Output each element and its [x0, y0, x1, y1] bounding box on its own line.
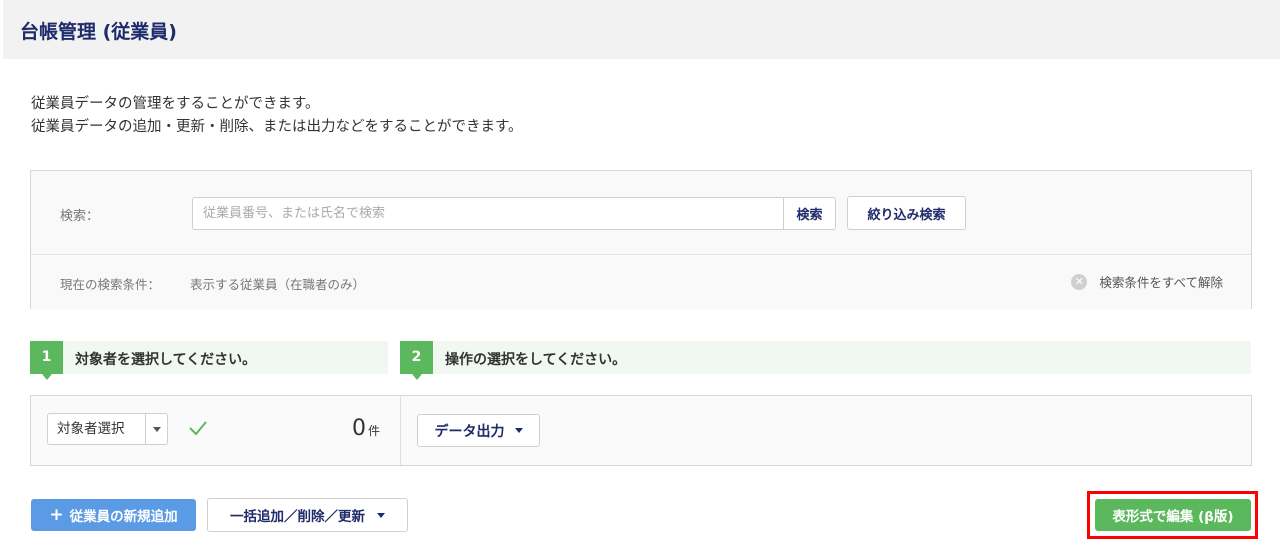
check-icon	[189, 421, 207, 436]
target-select-toggle[interactable]	[146, 414, 167, 444]
target-select-label: 対象者選択	[48, 414, 146, 444]
clear-conditions-link[interactable]: ✕ 検索条件をすべて解除	[1071, 272, 1223, 291]
bulk-operations-button[interactable]: 一括追加／削除／更新	[207, 498, 408, 532]
search-panel: 検索： 検索 絞り込み検索 現在の検索条件： 表示する従業員（在職者のみ） ✕ …	[30, 170, 1252, 309]
step-1-text: 対象者を選択してください。	[75, 352, 257, 368]
current-condition-label: 現在の検索条件：	[60, 277, 161, 292]
plus-icon: +	[49, 504, 64, 525]
search-button[interactable]: 検索	[783, 197, 836, 230]
filter-search-button[interactable]: 絞り込み検索	[847, 196, 966, 230]
search-label: 検索：	[60, 209, 100, 224]
step-1-bar: 1 対象者を選択してください。	[30, 341, 388, 380]
current-condition-row: 現在の検索条件： 表示する従業員（在職者のみ） ✕ 検索条件をすべて解除	[31, 256, 1251, 309]
caret-down-icon	[514, 428, 523, 433]
search-row: 検索： 検索 絞り込み検索	[31, 171, 1251, 255]
page-description: 従業員データの管理をすることができます。 従業員データの追加・更新・削除、または…	[31, 93, 523, 139]
data-export-label: データ出力	[434, 423, 505, 440]
add-employee-label: 従業員の新規追加	[69, 509, 178, 525]
description-line-2: 従業員データの追加・更新・削除、または出力などをすることができます。	[31, 119, 523, 135]
selected-count: 0件	[352, 416, 380, 441]
caret-down-icon	[152, 426, 161, 432]
operation-panel: 対象者選択 0件 データ出力	[30, 395, 1252, 466]
step-2-text: 操作の選択をしてください。	[445, 352, 627, 368]
caret-down-icon	[377, 512, 385, 518]
search-input[interactable]	[192, 197, 784, 230]
clear-conditions-label: 検索条件をすべて解除	[1099, 275, 1223, 290]
current-condition-value: 表示する従業員（在職者のみ）	[190, 277, 366, 292]
data-export-button[interactable]: データ出力	[417, 414, 540, 447]
selected-count-number: 0	[352, 416, 366, 441]
selected-count-unit: 件	[368, 424, 381, 438]
bulk-operations-label: 一括追加／削除／更新	[230, 509, 365, 525]
target-select-dropdown[interactable]: 対象者選択	[47, 413, 168, 445]
page-title: 台帳管理 (従業員)	[20, 21, 177, 43]
clear-icon: ✕	[1071, 273, 1088, 290]
step-2-bar: 2 操作の選択をしてください。	[400, 341, 1251, 380]
page-header: 台帳管理 (従業員)	[3, 0, 1280, 59]
add-employee-button[interactable]: + 従業員の新規追加	[31, 499, 196, 531]
panel-divider	[400, 396, 401, 465]
step-1-number: 1	[30, 341, 63, 380]
description-line-1: 従業員データの管理をすることができます。	[31, 96, 320, 112]
table-edit-button[interactable]: 表形式で編集 (β版)	[1095, 499, 1251, 531]
step-2-number: 2	[400, 341, 433, 380]
